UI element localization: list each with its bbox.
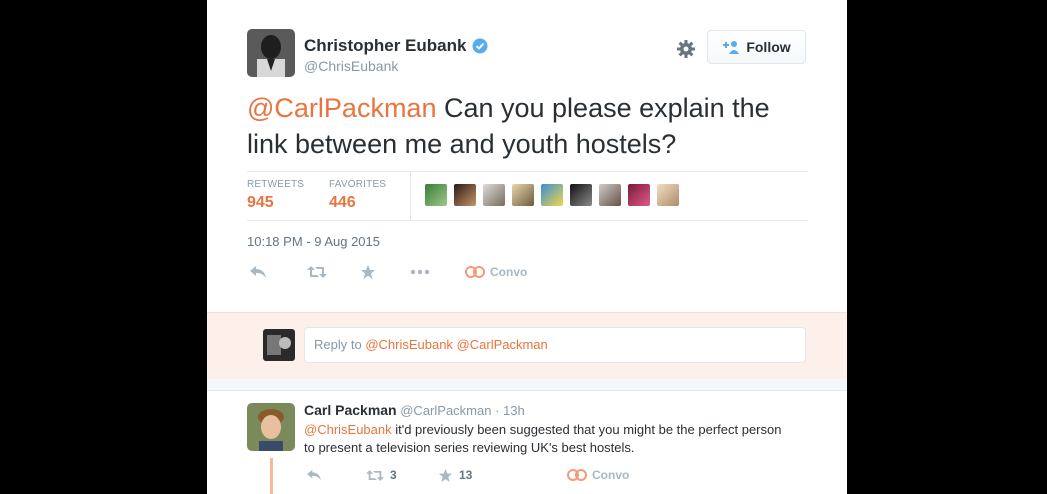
reply-age[interactable]: 13h — [503, 403, 525, 418]
favorites-stat[interactable]: FAVORITES 446 — [329, 179, 386, 212]
favorite-action[interactable] — [360, 262, 376, 282]
favorites-label: FAVORITES — [329, 179, 387, 190]
retweet-action[interactable] — [307, 262, 327, 282]
favoriter-avatar[interactable] — [454, 184, 476, 206]
author-handle[interactable]: @ChrisEubank — [304, 58, 398, 74]
gear-icon[interactable] — [675, 38, 697, 60]
reply-mention[interactable]: @ChrisEubank — [304, 422, 392, 437]
follow-label: Follow — [746, 39, 791, 55]
reply-convo-label: Convo — [592, 468, 630, 482]
replies-separator — [207, 379, 847, 391]
reply-icon — [307, 469, 321, 481]
convo-label: Convo — [490, 265, 528, 279]
reply-action[interactable] — [249, 262, 267, 282]
favoriter-avatar[interactable] — [599, 184, 621, 206]
reply-reply-action[interactable] — [306, 466, 322, 484]
reply-header: Carl Packman @CarlPackman · 13h — [304, 402, 525, 418]
retweet-icon — [307, 266, 327, 278]
reply-retweet-action[interactable]: 3 — [366, 466, 397, 484]
follow-person-icon — [723, 41, 740, 54]
retweet-icon — [366, 469, 384, 481]
more-icon — [410, 269, 430, 275]
favoriter-avatar[interactable] — [628, 184, 650, 206]
reply-favorite-action[interactable]: 13 — [438, 466, 472, 484]
author-name[interactable]: Christopher Eubank — [304, 36, 488, 56]
tweet-card: Christopher Eubank @ChrisEubank Follow @… — [207, 0, 847, 494]
reply-text: @ChrisEubank it'd previously been sugges… — [304, 421, 794, 457]
tweet-mention[interactable]: @CarlPackman — [247, 93, 436, 123]
reply-mentions: @ChrisEubank @CarlPackman — [365, 337, 548, 352]
favoriter-avatar[interactable] — [541, 184, 563, 206]
stats-divider — [410, 172, 411, 220]
favorite-icon — [438, 468, 453, 482]
tweet-timestamp[interactable]: 10:18 PM - 9 Aug 2015 — [247, 234, 380, 249]
reply-author-avatar[interactable] — [247, 403, 295, 451]
reply-icon — [250, 266, 266, 278]
reply-author-handle[interactable]: @CarlPackman — [400, 403, 491, 418]
favoriter-avatar[interactable] — [425, 184, 447, 206]
reply-favorite-count: 13 — [459, 468, 473, 482]
reply-input[interactable]: Reply to @ChrisEubank @CarlPackman — [304, 327, 806, 363]
follow-button[interactable]: Follow — [707, 30, 806, 64]
more-action[interactable] — [410, 262, 430, 282]
thread-line — [270, 458, 273, 494]
reply-convo-action[interactable]: Convo — [566, 466, 629, 484]
retweets-label: RETWEETS — [247, 179, 305, 190]
favorites-count: 446 — [329, 194, 356, 211]
favoriter-avatar[interactable] — [570, 184, 592, 206]
favoriter-avatar[interactable] — [657, 184, 679, 206]
favoriter-avatar[interactable] — [512, 184, 534, 206]
reply-composer: Reply to @ChrisEubank @CarlPackman — [207, 312, 847, 380]
author-name-text[interactable]: Christopher Eubank — [304, 36, 466, 56]
favoriter-avatar[interactable] — [483, 184, 505, 206]
retweets-count: 945 — [247, 194, 274, 211]
favorite-icon — [361, 265, 375, 279]
reply-separator-dot: · — [495, 403, 500, 418]
author-avatar[interactable] — [247, 29, 295, 77]
tweet-stats: RETWEETS 945 FAVORITES 446 — [247, 171, 807, 221]
convo-action[interactable]: Convo — [464, 262, 527, 282]
retweets-stat[interactable]: RETWEETS 945 — [247, 179, 304, 212]
favoriter-avatars — [425, 184, 686, 206]
current-user-avatar — [263, 329, 295, 361]
reply-retweet-count: 3 — [390, 468, 397, 482]
reply-author-name[interactable]: Carl Packman — [304, 402, 397, 418]
tweet-text: @CarlPackman Can you please explain the … — [247, 90, 807, 162]
verified-icon — [472, 38, 488, 54]
convo-icon — [567, 469, 587, 481]
reply-prefix: Reply to — [314, 337, 366, 352]
convo-icon — [465, 266, 485, 278]
